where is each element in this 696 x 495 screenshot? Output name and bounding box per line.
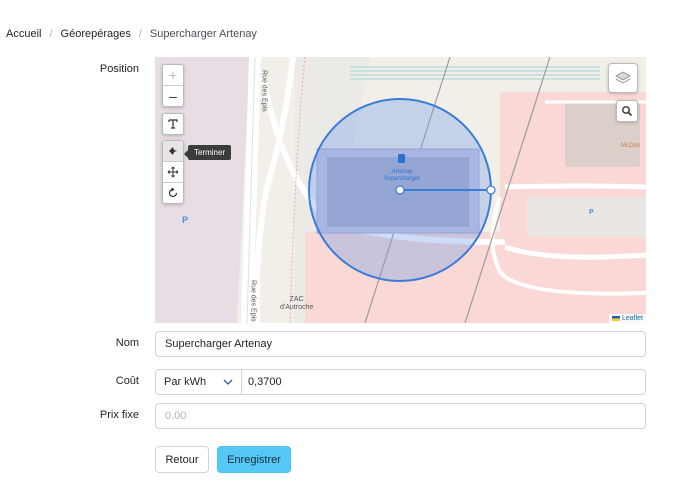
- breadcrumb-current: Supercharger Artenay: [149, 28, 257, 40]
- map-search-button[interactable]: [616, 100, 638, 122]
- parking-marker-left: P: [182, 215, 189, 225]
- cout-value-field[interactable]: 0,3700: [241, 369, 646, 395]
- nom-field[interactable]: Supercharger Artenay: [155, 331, 646, 357]
- text-icon: [168, 119, 178, 129]
- cout-input-group: Par kWh 0,3700: [155, 369, 646, 395]
- prix-fixe-placeholder: 0.00: [165, 410, 187, 422]
- move-icon: [167, 166, 179, 178]
- rotate-icon: [168, 187, 178, 198]
- cout-value: 0,3700: [248, 376, 282, 388]
- street-label-rue-des-epis-bottom: Rue des Epis: [249, 280, 257, 322]
- map[interactable]: Rue des Epis Rue des Epis Artenay Superc…: [155, 57, 646, 323]
- breadcrumb-home-link[interactable]: Accueil: [6, 28, 41, 40]
- mcdonalds-label: McDon: [621, 143, 641, 149]
- layers-button[interactable]: [608, 63, 638, 93]
- map-attribution: Leaflet: [608, 314, 646, 323]
- prix-fixe-label: Prix fixe: [99, 409, 139, 421]
- search-icon: [622, 106, 633, 117]
- nom-value: Supercharger Artenay: [165, 338, 273, 350]
- draw-tooltip: Terminer: [183, 145, 232, 160]
- cout-unit-select[interactable]: Par kWh: [155, 369, 241, 395]
- rotate-tool-button[interactable]: [163, 183, 183, 203]
- prix-fixe-field[interactable]: 0.00: [155, 403, 646, 429]
- zoom-control: + –: [162, 64, 184, 107]
- layers-icon: [615, 71, 631, 84]
- retour-button[interactable]: Retour: [155, 446, 209, 473]
- breadcrumb: Accueil / Géorepérages / Supercharger Ar…: [6, 26, 257, 42]
- draw-tool-button[interactable]: [163, 141, 183, 162]
- zoom-in-button[interactable]: +: [163, 65, 183, 86]
- leaflet-link[interactable]: Leaflet: [622, 315, 643, 322]
- cout-unit-value: Par kWh: [164, 376, 207, 388]
- move-tool-button[interactable]: [163, 162, 183, 183]
- station-label: Artenay Supercharger: [383, 169, 421, 182]
- text-tool-control: [162, 113, 184, 135]
- cout-label: Coût: [115, 375, 139, 387]
- parking-marker-right: P: [589, 209, 594, 216]
- edit-tools-control: [162, 140, 184, 204]
- enregistrer-button[interactable]: Enregistrer: [217, 446, 291, 473]
- breadcrumb-separator: /: [49, 28, 53, 40]
- street-label-rue-des-epis-top: Rue des Epis: [260, 70, 268, 112]
- nom-label: Nom: [115, 337, 139, 349]
- zac-label: ZAC d'Autroche: [280, 296, 314, 311]
- text-tool-button[interactable]: [163, 114, 183, 134]
- breadcrumb-separator: /: [138, 28, 142, 40]
- breadcrumb-geofences-link[interactable]: Géorepérages: [61, 28, 131, 40]
- ukraine-flag-icon: [611, 316, 620, 321]
- map-tiles: [155, 57, 646, 323]
- cursor-draw-icon: [169, 147, 177, 155]
- chevron-down-icon: [223, 379, 233, 385]
- zoom-out-button[interactable]: –: [163, 86, 183, 106]
- position-label: Position: [99, 63, 139, 75]
